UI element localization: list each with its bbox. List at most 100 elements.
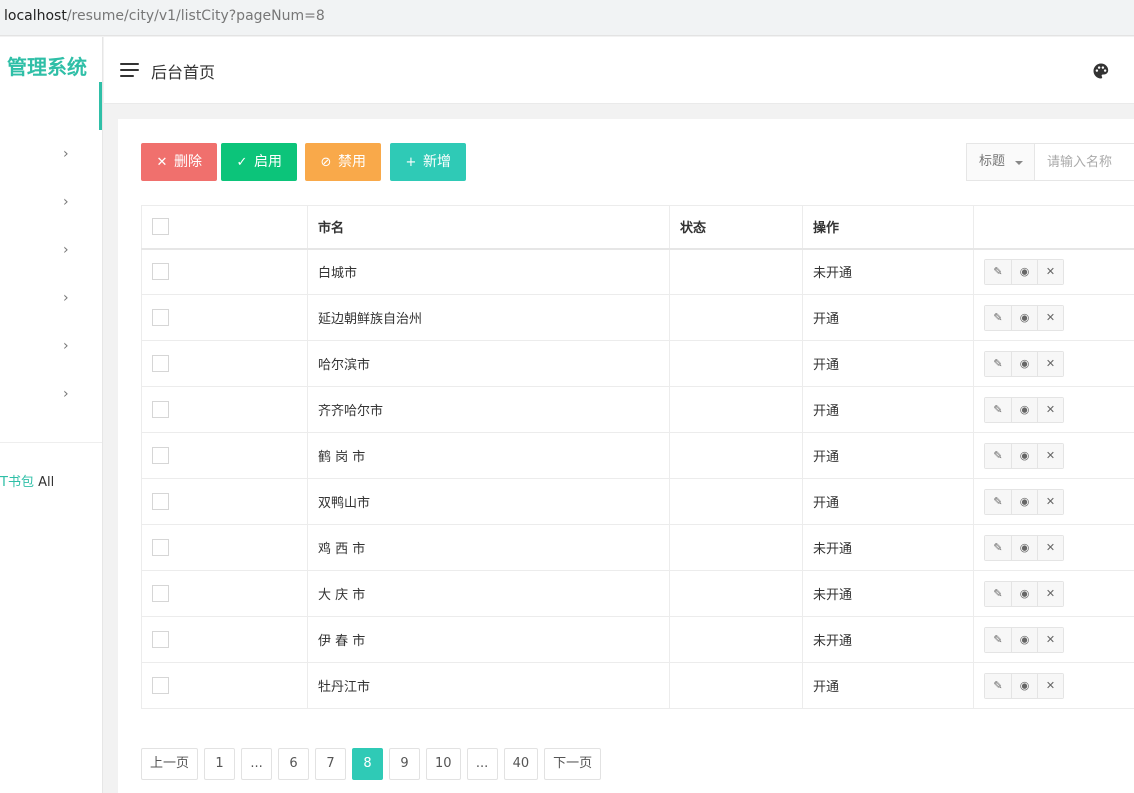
column-header-name: 市名	[307, 205, 670, 250]
sidebar-item-2[interactable]: ›	[0, 178, 102, 226]
next-page-button[interactable]: 下一页	[544, 748, 602, 780]
eye-icon[interactable]: ◉	[1011, 535, 1037, 560]
chevron-right-icon: ›	[63, 386, 69, 402]
eye-icon[interactable]: ◉	[1011, 673, 1037, 698]
status-cell	[669, 340, 803, 387]
row-checkbox[interactable]	[152, 631, 169, 648]
row-checkbox[interactable]	[152, 539, 169, 556]
status-cell	[669, 662, 803, 709]
page-current[interactable]: 8	[352, 748, 384, 780]
row-select-cell	[141, 386, 308, 433]
sidebar-item-5[interactable]: ›	[0, 322, 102, 370]
page-link[interactable]: 10	[426, 748, 461, 780]
edit-icon[interactable]: ✎	[985, 305, 1011, 330]
edit-icon[interactable]: ✎	[985, 535, 1011, 560]
row-checkbox[interactable]	[152, 263, 169, 281]
footer-link[interactable]: T书包	[0, 475, 34, 490]
close-icon[interactable]: ✕	[1037, 581, 1063, 606]
close-icon[interactable]: ✕	[1037, 351, 1063, 376]
delete-button[interactable]: ✕ 删除	[141, 143, 217, 181]
sidebar-item-4[interactable]: ›	[0, 274, 102, 322]
row-select-cell	[141, 248, 308, 295]
close-icon[interactable]: ✕	[1037, 489, 1063, 514]
eye-icon[interactable]: ◉	[1011, 489, 1037, 514]
edit-icon[interactable]: ✎	[985, 259, 1011, 284]
address-bar[interactable]: localhost/resume/city/v1/listCity?pageNu…	[0, 0, 1134, 36]
actions-cell: ✎ ◉ ✕	[973, 432, 1134, 479]
edit-icon[interactable]: ✎	[985, 673, 1011, 698]
page-title: 后台首页	[151, 63, 216, 82]
hamburger-icon[interactable]	[120, 63, 139, 77]
actions-cell: ✎ ◉ ✕	[973, 294, 1134, 341]
enable-label: 启用	[254, 154, 282, 170]
actions-cell: ✎ ◉ ✕	[973, 386, 1134, 433]
chevron-right-icon: ›	[63, 290, 69, 306]
ops-cell: 未开通	[802, 616, 974, 663]
action-button-group: ✎ ◉ ✕	[984, 580, 1064, 607]
page-ellipsis[interactable]: ...	[466, 748, 498, 780]
city-name-cell: 齐齐哈尔市	[307, 386, 670, 433]
sidebar-item-6[interactable]: ›	[0, 370, 102, 418]
prev-page-button[interactable]: 上一页	[141, 748, 199, 780]
actions-cell: ✎ ◉ ✕	[973, 662, 1134, 709]
search-input[interactable]	[1037, 144, 1133, 180]
status-cell	[669, 570, 803, 617]
close-icon[interactable]: ✕	[1037, 627, 1063, 652]
eye-icon[interactable]: ◉	[1011, 305, 1037, 330]
edit-icon[interactable]: ✎	[985, 581, 1011, 606]
eye-icon[interactable]: ◉	[1011, 581, 1037, 606]
city-name-cell: 鹤 岗 市	[307, 432, 670, 479]
select-all-checkbox[interactable]	[152, 218, 169, 236]
eye-icon[interactable]: ◉	[1011, 397, 1037, 422]
row-checkbox[interactable]	[152, 355, 169, 372]
close-icon[interactable]: ✕	[1037, 673, 1063, 698]
column-header-actions	[973, 205, 1134, 250]
palette-icon[interactable]	[1092, 62, 1110, 80]
page-ellipsis[interactable]: ...	[241, 748, 273, 780]
page-link[interactable]: 7	[315, 748, 347, 780]
search-field-label: 标题	[979, 154, 1006, 169]
edit-icon[interactable]: ✎	[985, 351, 1011, 376]
page-link[interactable]: 40	[503, 748, 539, 780]
edit-icon[interactable]: ✎	[985, 627, 1011, 652]
top-header: 后台首页	[104, 37, 1134, 104]
actions-cell: ✎ ◉ ✕	[973, 248, 1134, 295]
add-button[interactable]: + 新增	[390, 143, 466, 181]
eye-icon[interactable]: ◉	[1011, 351, 1037, 376]
page-link[interactable]: 1	[204, 748, 236, 780]
row-checkbox[interactable]	[152, 309, 169, 326]
sidebar-item-1[interactable]: ›	[0, 130, 102, 178]
row-select-cell	[141, 294, 308, 341]
row-checkbox[interactable]	[152, 585, 169, 602]
sidebar-divider	[0, 442, 102, 443]
action-button-group: ✎ ◉ ✕	[984, 488, 1064, 515]
close-icon[interactable]: ✕	[1037, 305, 1063, 330]
row-select-cell	[141, 616, 308, 663]
close-icon[interactable]: ✕	[1037, 397, 1063, 422]
page-link[interactable]: 6	[278, 748, 310, 780]
disable-button[interactable]: ⊘ 禁用	[305, 143, 381, 181]
eye-icon[interactable]: ◉	[1011, 627, 1037, 652]
edit-icon[interactable]: ✎	[985, 489, 1011, 514]
action-button-group: ✎ ◉ ✕	[984, 304, 1064, 331]
row-checkbox[interactable]	[152, 493, 169, 510]
row-select-cell	[141, 432, 308, 479]
table-row: 伊 春 市 未开通 ✎ ◉ ✕	[141, 616, 1134, 663]
page-link[interactable]: 9	[389, 748, 421, 780]
edit-icon[interactable]: ✎	[985, 443, 1011, 468]
enable-button[interactable]: ✓ 启用	[221, 143, 297, 181]
city-name-cell: 哈尔滨市	[307, 340, 670, 387]
ops-cell: 未开通	[802, 570, 974, 617]
row-checkbox[interactable]	[152, 677, 169, 694]
row-checkbox[interactable]	[152, 401, 169, 418]
ops-cell: 开通	[802, 340, 974, 387]
close-icon[interactable]: ✕	[1037, 443, 1063, 468]
close-icon[interactable]: ✕	[1037, 259, 1063, 284]
eye-icon[interactable]: ◉	[1011, 443, 1037, 468]
row-checkbox[interactable]	[152, 447, 169, 464]
eye-icon[interactable]: ◉	[1011, 259, 1037, 284]
search-field-select[interactable]: 标题	[967, 144, 1035, 180]
close-icon[interactable]: ✕	[1037, 535, 1063, 560]
sidebar-item-3[interactable]: ›	[0, 226, 102, 274]
edit-icon[interactable]: ✎	[985, 397, 1011, 422]
